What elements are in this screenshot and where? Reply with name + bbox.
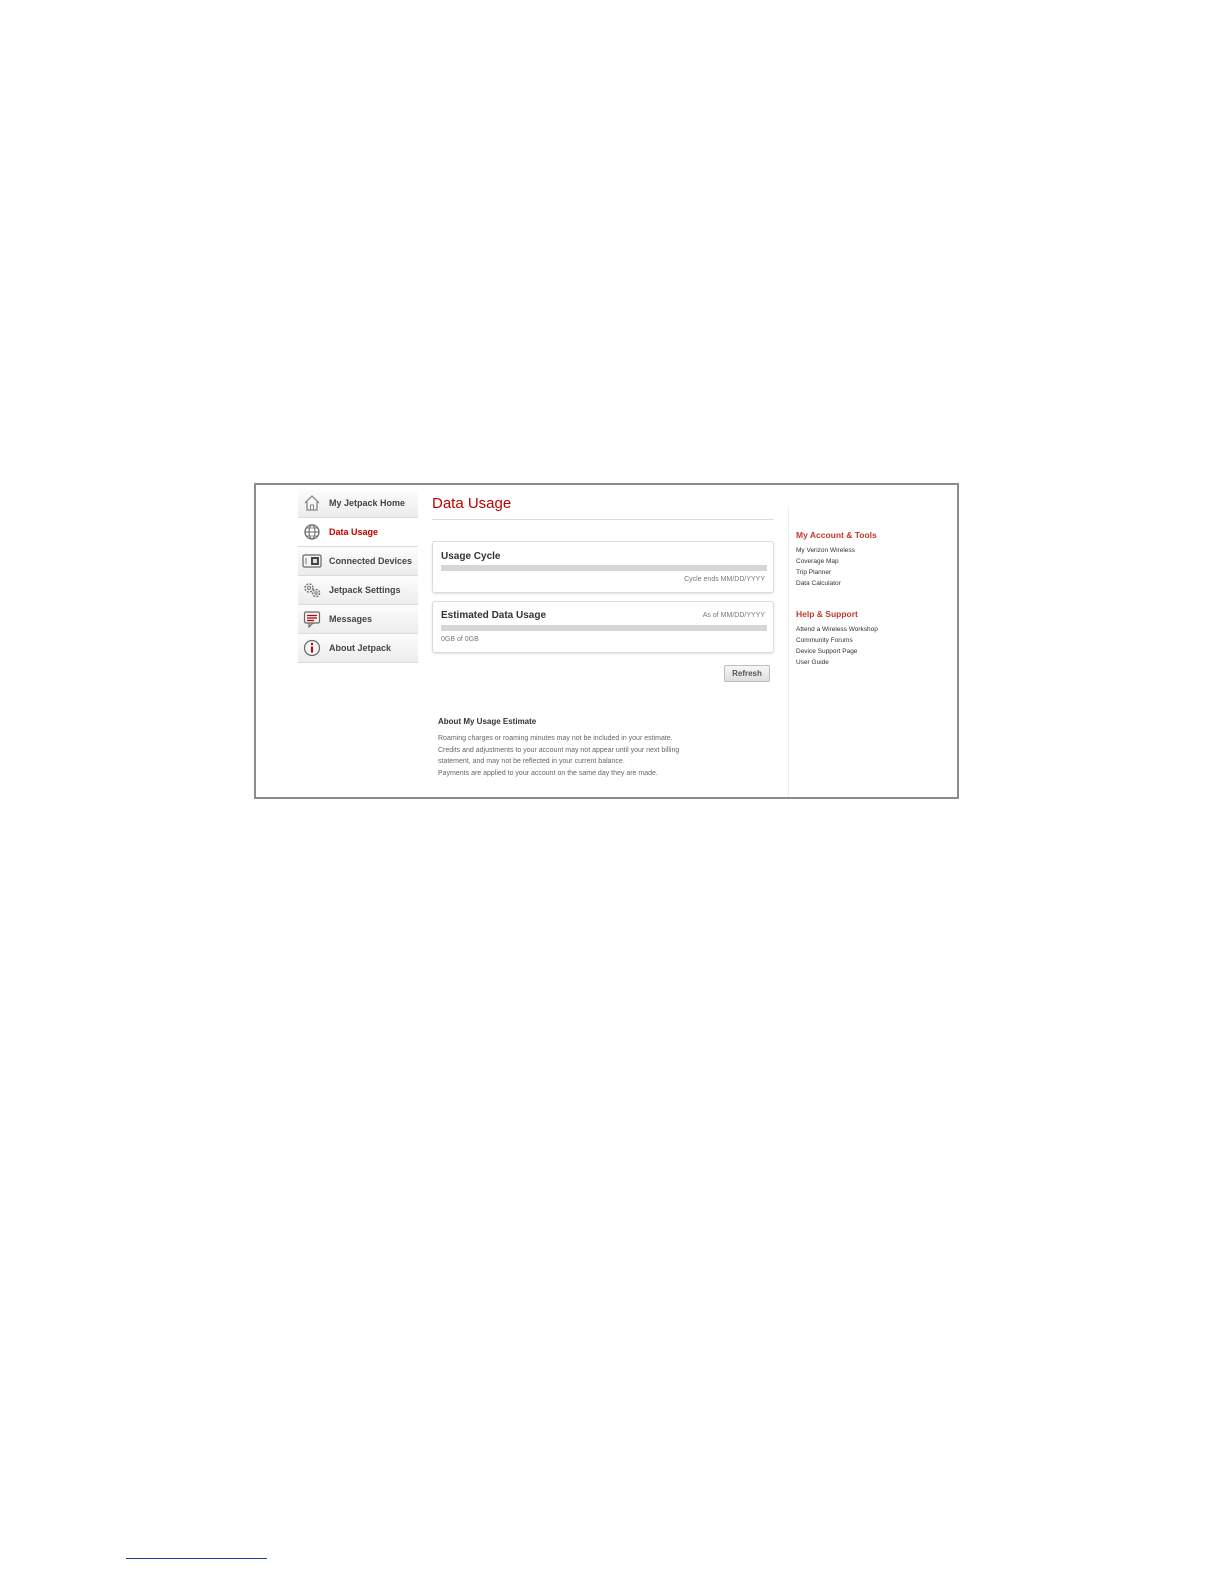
account-tools-section: My Account & Tools My Verizon Wireless C… <box>796 530 956 589</box>
usage-amount-text: 0GB of 0GB <box>441 636 479 643</box>
cycle-ends-text: Cycle ends MM/DD/YYYY <box>684 576 765 583</box>
about-line: Payments are applied to your account on … <box>438 769 658 777</box>
message-icon <box>302 609 322 629</box>
link-my-verizon-wireless[interactable]: My Verizon Wireless <box>796 545 956 556</box>
sidebar-item-label: About Jetpack <box>329 643 392 653</box>
link-coverage-map[interactable]: Coverage Map <box>796 556 956 567</box>
sidebar-item-label: Messages <box>329 614 373 624</box>
footnote-divider <box>126 1558 267 1559</box>
link-device-support-page[interactable]: Device Support Page <box>796 646 956 657</box>
link-trip-planner[interactable]: Trip Planner <box>796 567 956 578</box>
usage-cycle-card: Usage Cycle Cycle ends MM/DD/YYYY <box>432 541 774 593</box>
home-icon <box>302 493 322 513</box>
devices-icon <box>302 551 322 571</box>
account-tools-heading: My Account & Tools <box>796 530 877 540</box>
sidebar-item-about-jetpack[interactable]: About Jetpack <box>298 634 418 663</box>
link-user-guide[interactable]: User Guide <box>796 657 956 668</box>
estimated-usage-card: Estimated Data Usage As of MM/DD/YYYY 0G… <box>432 601 774 653</box>
sidebar-item-jetpack-settings[interactable]: Jetpack Settings <box>298 576 418 605</box>
sidebar-nav: My Jetpack Home Data Usage Connected Dev… <box>298 489 418 663</box>
about-line: statement, and may not be reflected in y… <box>438 758 625 765</box>
help-support-section: Help & Support Attend a Wireless Worksho… <box>796 609 956 668</box>
sidebar-item-label: Connected Devices <box>329 556 413 566</box>
title-divider <box>432 519 774 520</box>
about-title: About My Usage Estimate <box>438 717 537 726</box>
as-of-text: As of MM/DD/YYYY <box>702 612 765 619</box>
about-line: Credits and adjustments to your account … <box>438 746 680 754</box>
sidebar-item-label: My Jetpack Home <box>329 498 406 508</box>
usage-cycle-bar <box>441 565 767 571</box>
right-panel: My Account & Tools My Verizon Wireless C… <box>796 530 956 668</box>
help-support-heading: Help & Support <box>796 609 858 619</box>
link-wireless-workshop[interactable]: Attend a Wireless Workshop <box>796 624 956 635</box>
about-usage-estimate: About My Usage Estimate Roaming charges … <box>438 717 728 779</box>
right-panel-divider <box>788 507 789 797</box>
about-line: Roaming charges or roaming minutes may n… <box>438 735 673 742</box>
refresh-button[interactable]: Refresh <box>724 665 770 682</box>
page-title: Data Usage <box>432 495 512 512</box>
sidebar-item-label: Jetpack Settings <box>329 585 401 595</box>
link-data-calculator[interactable]: Data Calculator <box>796 578 956 589</box>
gears-icon <box>302 580 322 600</box>
usage-cycle-title: Usage Cycle <box>441 551 501 562</box>
sidebar-item-label: Data Usage <box>329 527 379 537</box>
info-icon <box>302 638 322 658</box>
estimated-usage-bar <box>441 625 767 631</box>
screenshot-frame: My Jetpack Home Data Usage Connected Dev… <box>254 483 959 799</box>
estimated-usage-title: Estimated Data Usage <box>441 610 547 621</box>
sidebar-item-data-usage[interactable]: Data Usage <box>298 518 418 547</box>
sidebar-item-my-jetpack-home[interactable]: My Jetpack Home <box>298 489 418 518</box>
sidebar-item-messages[interactable]: Messages <box>298 605 418 634</box>
sidebar-item-connected-devices[interactable]: Connected Devices <box>298 547 418 576</box>
link-community-forums[interactable]: Community Forums <box>796 635 956 646</box>
globe-icon <box>302 522 322 542</box>
